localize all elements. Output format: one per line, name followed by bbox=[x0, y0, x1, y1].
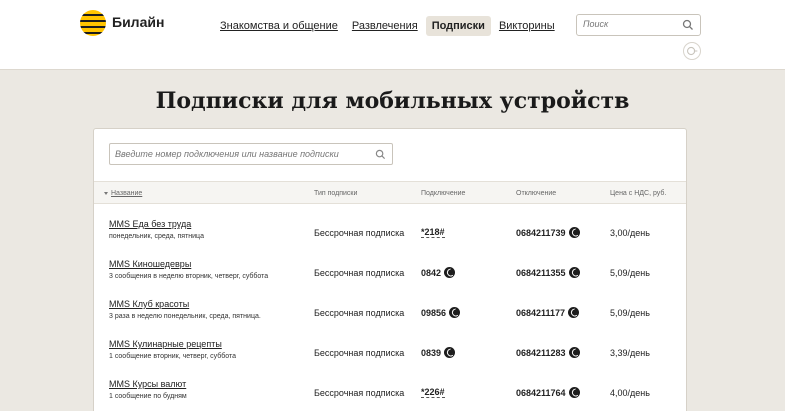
subscription-name-link[interactable]: MMS Курсы валют bbox=[109, 379, 186, 389]
site-header: Билайн Знакомства и общение Развлечения … bbox=[0, 0, 785, 70]
nav-item-entertainment[interactable]: Развлечения bbox=[346, 16, 424, 36]
subscription-type: Бессрочная подписка bbox=[314, 388, 405, 398]
search-input[interactable] bbox=[583, 19, 679, 29]
search-icon[interactable] bbox=[375, 149, 386, 160]
table-row: MMS Еда без труда понедельник, среда, пя… bbox=[94, 207, 686, 247]
disconnect-number[interactable]: 0684211177 bbox=[516, 307, 580, 318]
phone-icon bbox=[568, 347, 580, 358]
subscription-schedule: понедельник, среда, пятница bbox=[109, 233, 204, 240]
subscription-price: 5,09/день bbox=[610, 308, 650, 318]
subscription-type: Бессрочная подписка bbox=[314, 268, 405, 278]
phone-icon bbox=[444, 347, 456, 358]
site-search bbox=[576, 14, 701, 36]
login-icon[interactable] bbox=[683, 42, 701, 60]
phone-icon bbox=[568, 227, 580, 238]
subscription-type: Бессрочная подписка bbox=[314, 348, 405, 358]
brand-name[interactable]: Билайн bbox=[112, 14, 164, 30]
subscription-price: 3,39/день bbox=[610, 348, 650, 358]
phone-icon bbox=[449, 307, 461, 318]
disconnect-number[interactable]: 0684211283 bbox=[516, 347, 580, 358]
nav-item-dating[interactable]: Знакомства и общение bbox=[214, 16, 344, 36]
subscription-price: 4,00/день bbox=[610, 388, 650, 398]
nav-item-quizzes[interactable]: Викторины bbox=[493, 16, 561, 36]
search-icon[interactable] bbox=[682, 19, 694, 31]
disconnect-number[interactable]: 0684211764 bbox=[516, 387, 580, 398]
table-row: MMS Кулинарные рецепты 1 сообщение вторн… bbox=[94, 327, 686, 367]
subscription-name-link[interactable]: MMS Киношедевры bbox=[109, 259, 191, 269]
connect-number[interactable]: 0839 bbox=[421, 347, 456, 358]
subscription-schedule: 1 сообщение вторник, четверг, суббота bbox=[109, 353, 236, 360]
connect-code[interactable]: *226# bbox=[421, 387, 445, 398]
connect-number[interactable]: 09856 bbox=[421, 307, 461, 318]
phone-icon bbox=[568, 267, 580, 278]
connect-code[interactable]: *218# bbox=[421, 227, 445, 238]
table-row: MMS Курсы валют 1 сообщение по будням Бе… bbox=[94, 367, 686, 407]
table-row: MMS Клуб красоты 3 раза в неделю понедел… bbox=[94, 287, 686, 327]
phone-icon bbox=[444, 267, 456, 278]
column-header-type: Тип подписки bbox=[314, 190, 358, 197]
sort-arrow-icon bbox=[104, 191, 108, 195]
main-nav: Знакомства и общение Развлечения Подписк… bbox=[214, 15, 563, 37]
subscription-price: 5,09/день bbox=[610, 268, 650, 278]
subscription-type: Бессрочная подписка bbox=[314, 228, 405, 238]
disconnect-number[interactable]: 0684211355 bbox=[516, 267, 580, 278]
table-header: Название Тип подписки Подключение Отключ… bbox=[94, 181, 686, 204]
nav-item-subscriptions[interactable]: Подписки bbox=[425, 16, 491, 36]
column-header-connect: Подключение bbox=[421, 190, 466, 197]
subscription-type: Бессрочная подписка bbox=[314, 308, 405, 318]
subscription-schedule: 3 сообщения в неделю вторник, четверг, с… bbox=[109, 273, 269, 280]
column-header-disconnect: Отключение bbox=[516, 190, 557, 197]
subscription-name-link[interactable]: MMS Клуб красоты bbox=[109, 299, 189, 309]
subscription-price: 3,00/день bbox=[610, 228, 650, 238]
subscription-filter-input[interactable] bbox=[115, 149, 373, 159]
phone-icon bbox=[568, 307, 580, 318]
subscription-filter bbox=[109, 143, 393, 165]
connect-number[interactable]: 0842 bbox=[421, 267, 456, 278]
subscriptions-panel: Название Тип подписки Подключение Отключ… bbox=[93, 128, 687, 411]
beeline-logo-icon[interactable] bbox=[80, 10, 106, 36]
column-header-name[interactable]: Название bbox=[104, 190, 142, 197]
page-title: Подписки для мобильных устройств bbox=[155, 88, 630, 114]
phone-icon bbox=[568, 387, 580, 398]
subscription-name-link[interactable]: MMS Кулинарные рецепты bbox=[109, 339, 222, 349]
column-header-price: Цена с НДС, руб. bbox=[610, 190, 667, 197]
subscription-schedule: 3 раза в неделю понедельник, среда, пятн… bbox=[109, 313, 261, 320]
table-row: MMS Киношедевры 3 сообщения в неделю вто… bbox=[94, 247, 686, 287]
subscription-schedule: 1 сообщение по будням bbox=[109, 393, 187, 400]
disconnect-number[interactable]: 0684211739 bbox=[516, 227, 580, 238]
subscription-name-link[interactable]: MMS Еда без труда bbox=[109, 219, 191, 229]
